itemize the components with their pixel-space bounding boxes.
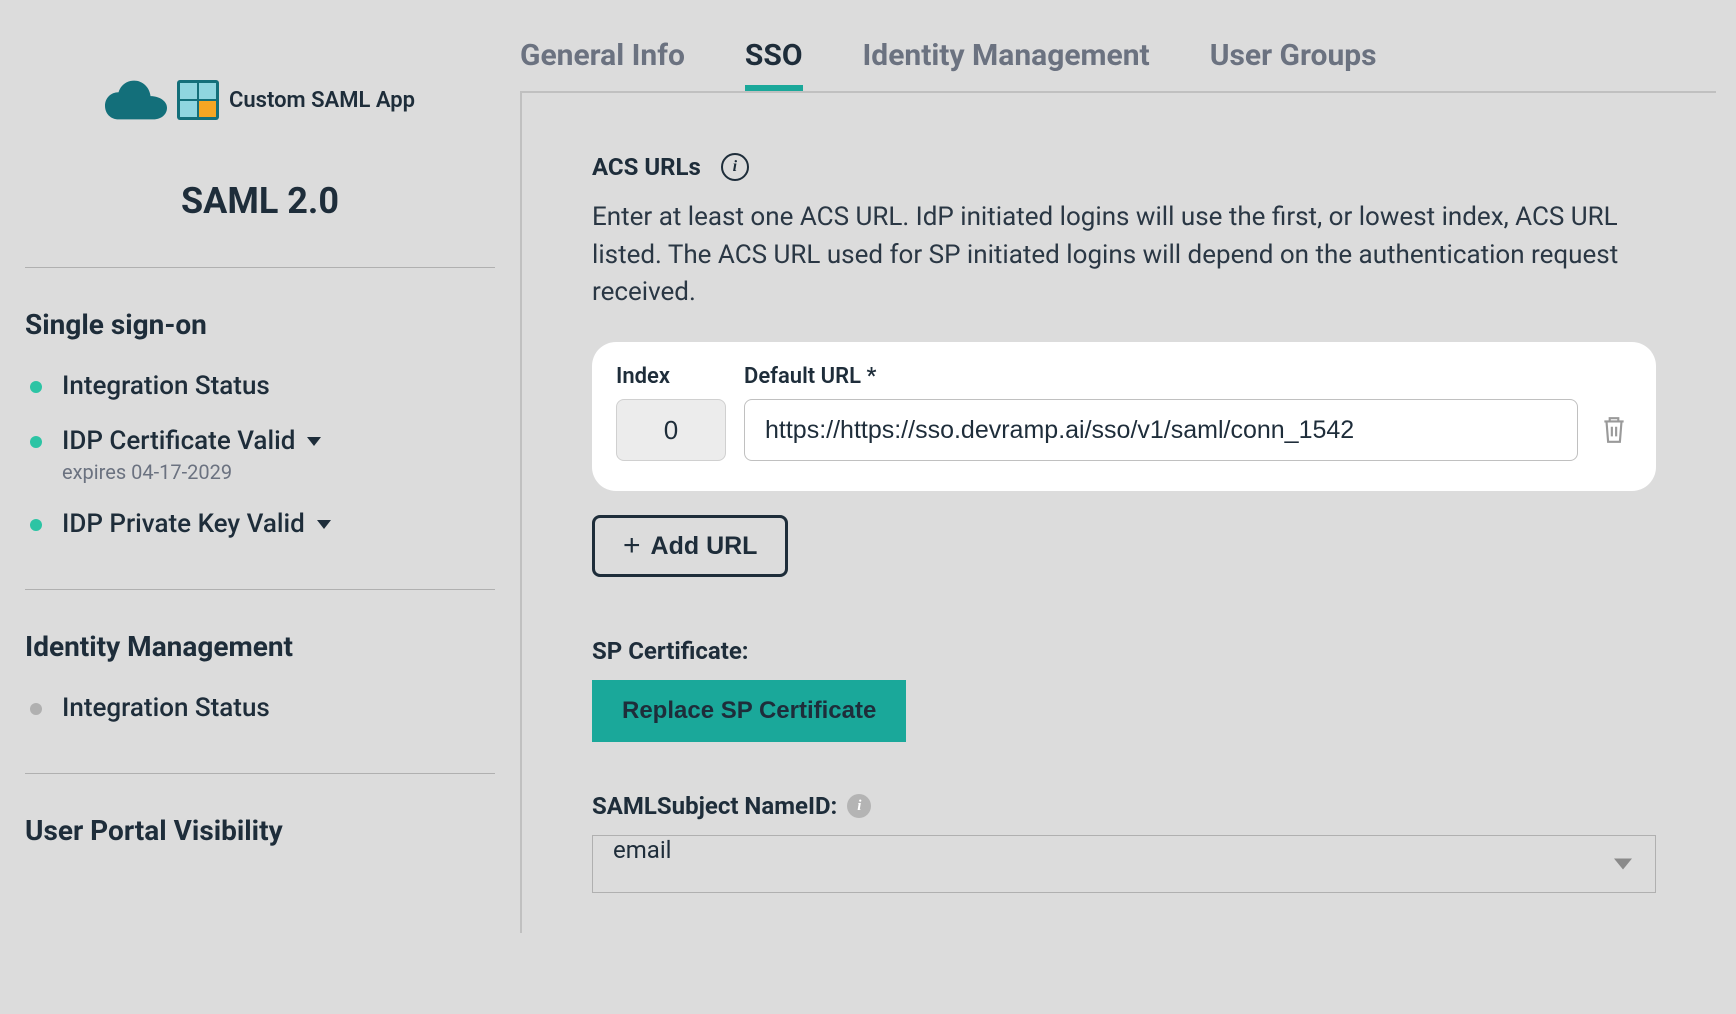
main-content: General Info SSO Identity Management Use… — [520, 0, 1736, 933]
tab-user-groups[interactable]: User Groups — [1210, 38, 1377, 91]
cloud-icon — [105, 80, 167, 120]
divider — [25, 773, 495, 774]
status-dot-icon — [30, 436, 42, 448]
add-url-button[interactable]: + Add URL — [592, 515, 788, 577]
tab-identity-management[interactable]: Identity Management — [863, 38, 1150, 91]
acs-urls-description: Enter at least one ACS URL. IdP initiate… — [592, 199, 1656, 312]
status-dot-icon — [30, 381, 42, 393]
app-name: Custom SAML App — [229, 88, 415, 113]
status-label: IDP Private Key Valid — [62, 509, 331, 539]
add-url-label: Add URL — [651, 532, 758, 561]
plus-icon: + — [623, 531, 641, 561]
nameid-label: SAMLSubject NameID: i — [592, 792, 1656, 820]
index-column-label: Index — [616, 364, 726, 389]
acs-urls-label: ACS URLs — [592, 153, 701, 181]
tab-general-info[interactable]: General Info — [520, 38, 685, 91]
chevron-down-icon — [307, 437, 321, 446]
acs-url-input[interactable] — [744, 399, 1578, 461]
divider — [25, 589, 495, 590]
replace-sp-certificate-button[interactable]: Replace SP Certificate — [592, 680, 906, 742]
sidebar: Custom SAML App SAML 2.0 Single sign-on … — [0, 0, 520, 933]
trash-icon — [1601, 415, 1627, 445]
url-column-label: Default URL * — [744, 364, 1578, 389]
acs-url-row: Index Default URL * — [592, 342, 1656, 491]
delete-url-button[interactable] — [1596, 399, 1632, 461]
status-dot-icon — [30, 519, 42, 531]
status-label: IDP Certificate Valid — [62, 426, 321, 456]
sso-status-idp-key[interactable]: IDP Private Key Valid — [25, 509, 495, 539]
status-subtext: expires 04-17-2029 — [62, 460, 321, 484]
sso-section-title: Single sign-on — [25, 308, 495, 341]
info-icon[interactable]: i — [847, 794, 871, 818]
grid-icon — [177, 80, 219, 120]
acs-urls-header: ACS URLs i — [592, 153, 1656, 181]
chevron-down-icon — [317, 520, 331, 529]
status-label: Integration Status — [62, 693, 270, 723]
app-logo: Custom SAML App — [25, 80, 495, 120]
status-dot-icon — [30, 703, 42, 715]
index-input[interactable] — [616, 399, 726, 461]
sp-certificate-label: SP Certificate: — [592, 637, 1656, 665]
status-label: Integration Status — [62, 371, 270, 401]
sso-panel: ACS URLs i Enter at least one ACS URL. I… — [520, 91, 1716, 933]
sso-status-integration[interactable]: Integration Status — [25, 371, 495, 401]
divider — [25, 267, 495, 268]
nameid-select-wrap: email — [592, 835, 1656, 893]
protocol-title: SAML 2.0 — [25, 180, 495, 222]
idm-status-integration[interactable]: Integration Status — [25, 693, 495, 723]
info-icon[interactable]: i — [721, 153, 749, 181]
idm-section-title: Identity Management — [25, 630, 495, 663]
tab-sso[interactable]: SSO — [745, 38, 803, 91]
tabs: General Info SSO Identity Management Use… — [520, 0, 1716, 91]
sso-status-idp-cert[interactable]: IDP Certificate Valid expires 04-17-2029 — [25, 426, 495, 484]
portal-section-title: User Portal Visibility — [25, 814, 495, 847]
nameid-select[interactable]: email — [592, 835, 1656, 893]
